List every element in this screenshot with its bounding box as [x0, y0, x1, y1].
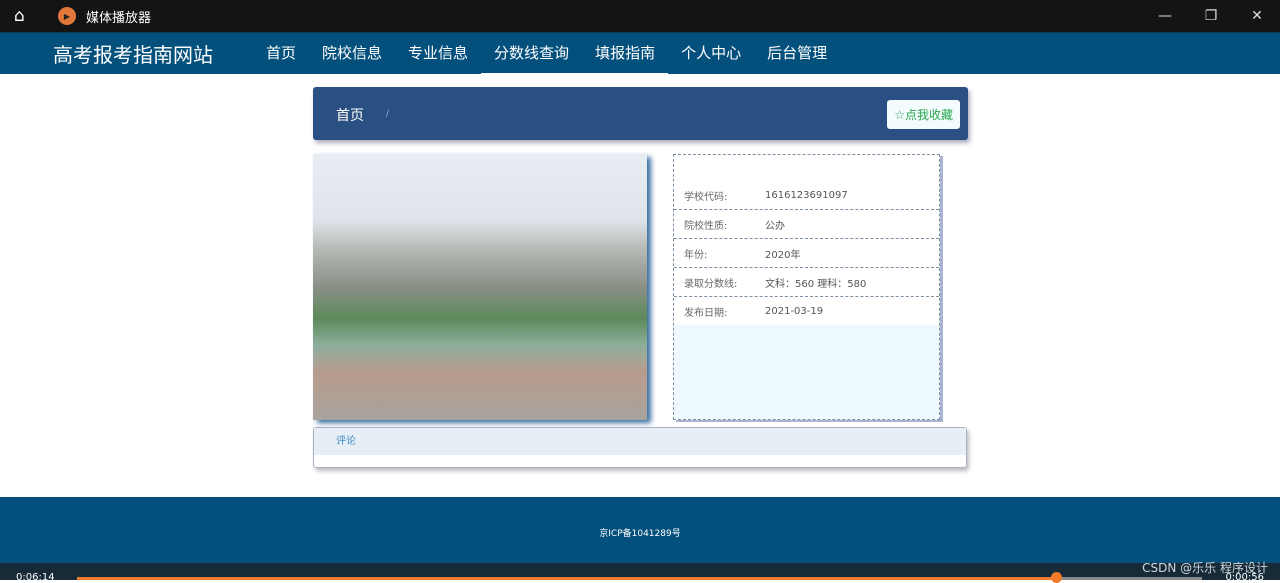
media-controls: 0:06:14 0:00:56 — [0, 563, 1280, 583]
favorite-button[interactable]: ☆点我收藏 — [887, 100, 960, 129]
breadcrumb-home[interactable]: 首页 — [336, 105, 364, 125]
detail-value: 2020年 — [765, 249, 801, 261]
nav-score-query[interactable]: 分数线查询 — [481, 33, 583, 75]
title-bar: ⌂ ▶ 媒体播放器 — ❐ ✕ — [0, 0, 1280, 32]
comment-panel: 评论 — [313, 427, 967, 468]
nav-colleges[interactable]: 院校信息 — [309, 33, 395, 75]
nav-home[interactable]: 首页 — [253, 33, 309, 75]
site-brand[interactable]: 高考报考指南网站 — [53, 39, 253, 68]
breadcrumb: 首页 / ☆点我收藏 — [313, 87, 968, 140]
detail-row: 年份: 2020年 — [674, 239, 939, 268]
detail-label: 录取分数线: — [684, 278, 738, 290]
nav-admin[interactable]: 后台管理 — [754, 33, 840, 75]
detail-label: 年份: — [684, 249, 708, 261]
restore-button[interactable]: ❐ — [1188, 0, 1234, 32]
icp-text: 京ICP备1041289号 — [599, 529, 681, 539]
home-icon[interactable]: ⌂ — [14, 6, 36, 26]
detail-row: 发布日期: 2021-03-19 — [674, 297, 939, 326]
comment-title: 评论 — [314, 428, 966, 455]
school-photo — [313, 154, 647, 420]
window-title: 媒体播放器 — [86, 10, 152, 26]
school-details: 学校代码: 1616123691097 院校性质: 公办年份: 2020年录取分数线: 文… — [673, 154, 940, 420]
detail-label: 学校代码: — [684, 191, 728, 203]
detail-value: 1616123691097 — [765, 189, 848, 201]
detail-value: 2021-03-19 — [765, 305, 824, 317]
detail-row: 院校性质: 公办 — [674, 210, 939, 239]
detail-value: 公办 — [765, 220, 785, 232]
nav-personal-center[interactable]: 个人中心 — [668, 33, 754, 75]
detail-row: 录取分数线: 文科：560 理科：580 — [674, 268, 939, 297]
nav-guide[interactable]: 填报指南 — [582, 33, 669, 75]
seek-handle[interactable] — [1050, 572, 1062, 583]
breadcrumb-separator: / — [386, 109, 390, 119]
top-nav: 高考报考指南网站 首页 院校信息 专业信息 分数线查询 填报指南 个人中心 后台… — [0, 32, 1280, 75]
detail-label: 院校性质: — [684, 220, 728, 232]
minimize-button[interactable]: — — [1142, 0, 1188, 32]
footer: 京ICP备1041289号 — [0, 497, 1280, 563]
close-button[interactable]: ✕ — [1234, 0, 1280, 32]
detail-label: 发布日期: — [684, 307, 728, 319]
detail-value: 文科：560 理科：580 — [765, 278, 867, 290]
nav-majors[interactable]: 专业信息 — [395, 33, 481, 75]
media-player-logo-icon: ▶ — [58, 7, 76, 25]
elapsed-time: 0:06:14 — [16, 572, 55, 583]
detail-row: 学校代码: 1616123691097 — [674, 181, 939, 210]
watermark: CSDN @乐乐 程序设计 — [1142, 561, 1268, 575]
